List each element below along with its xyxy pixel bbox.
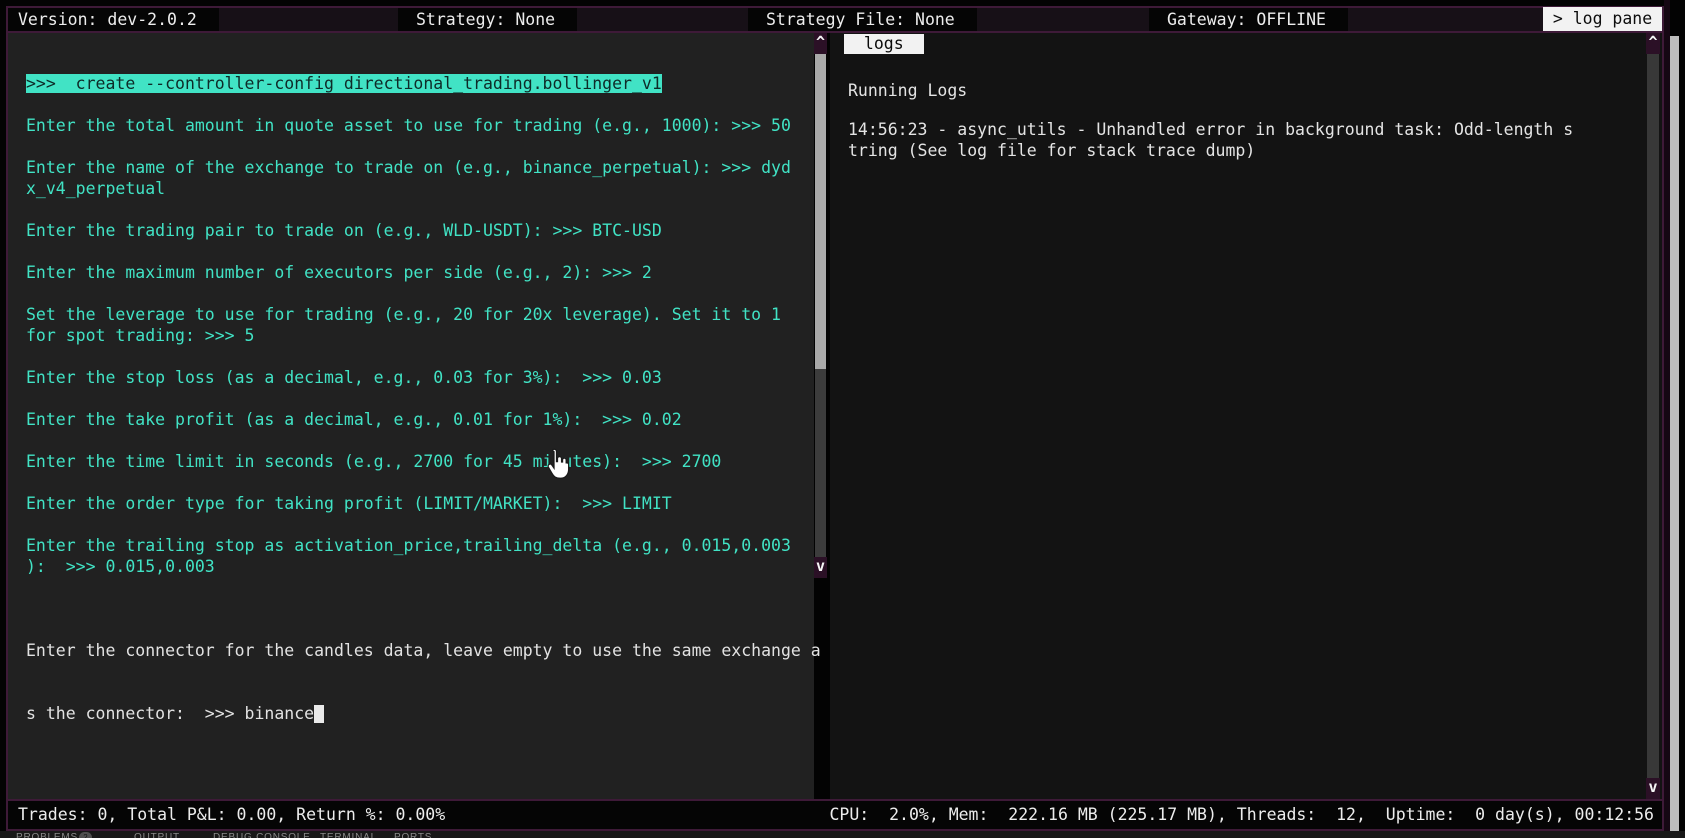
terminal-line	[26, 472, 814, 493]
log-scrollbar[interactable]: ^ v	[1646, 33, 1660, 799]
top-status-bar: Version: dev-2.0.2 Strategy: None Strate…	[8, 8, 1662, 31]
terminal-line	[26, 514, 814, 535]
terminal-line	[26, 136, 814, 157]
tab-terminal[interactable]: TERMINAL	[320, 832, 377, 838]
scroll-up-icon[interactable]: ^	[1646, 33, 1660, 54]
terminal-line	[26, 94, 814, 115]
log-entry-line: tring (See log file for stack trace dump…	[848, 140, 1255, 161]
terminal-line: Enter the order type for taking profit (…	[26, 493, 814, 514]
prompt-line: Enter the connector for the candles data…	[26, 640, 821, 661]
strategy-label: Strategy: None	[398, 8, 577, 31]
tab-logs[interactable]: logs	[844, 34, 924, 54]
log-pane[interactable]: logs Running Logs 14:56:23 - async_utils…	[830, 33, 1662, 799]
gateway-label: Gateway: OFFLINE	[1149, 8, 1348, 31]
log-pane-title: Running Logs	[848, 80, 967, 101]
terminal-line	[26, 199, 814, 220]
terminal-line: x_v4_perpetual	[26, 178, 814, 199]
problems-count-badge: 2	[79, 832, 92, 838]
tab-ports[interactable]: PORTS	[394, 832, 432, 838]
log-entry-line: 14:56:23 - async_utils - Unhandled error…	[848, 119, 1573, 140]
terminal-line	[26, 241, 814, 262]
terminal-line: Enter the trading pair to trade on (e.g.…	[26, 220, 814, 241]
terminal-line: Enter the name of the exchange to trade …	[26, 157, 814, 178]
terminal-line	[26, 346, 814, 367]
terminal-line: Enter the time limit in seconds (e.g., 2…	[26, 451, 814, 472]
vscode-panel-tabs: PROBLEMS 2 OUTPUT DEBUG CONSOLE TERMINAL…	[0, 831, 1685, 838]
scroll-down-icon[interactable]: v	[814, 557, 827, 578]
terminal-input-prompt[interactable]: Enter the connector for the candles data…	[26, 598, 821, 766]
text-cursor	[314, 705, 324, 723]
highlighted-command: >>> create --controller-config direction…	[26, 74, 662, 93]
version-label: Version: dev-2.0.2	[8, 8, 219, 31]
terminal-line: Enter the trailing stop as activation_pr…	[26, 535, 814, 556]
outer-scrollbar-thumb[interactable]	[1670, 36, 1679, 838]
prompt-input-text: s the connector: >>> binance	[26, 704, 314, 723]
terminal-command-line: >>> create --controller-config direction…	[26, 73, 814, 94]
terminal-scrollback: >>> create --controller-config direction…	[8, 33, 814, 577]
terminal-line: Set the leverage to use for trading (e.g…	[26, 304, 814, 325]
tab-debug-console[interactable]: DEBUG CONSOLE	[213, 832, 311, 838]
terminal-line: Enter the take profit (as a decimal, e.g…	[26, 409, 814, 430]
terminal-line: Enter the stop loss (as a decimal, e.g.,…	[26, 367, 814, 388]
tab-problems[interactable]: PROBLEMS	[16, 832, 78, 838]
system-resources-status: CPU: 2.0%, Mem: 222.16 MB (225.17 MB), T…	[829, 801, 1654, 829]
trades-pnl-status: Trades: 0, Total P&L: 0.00, Return %: 0.…	[18, 801, 445, 829]
tab-output[interactable]: OUTPUT	[134, 832, 180, 838]
terminal-line	[26, 388, 814, 409]
terminal-line: for spot trading: >>> 5	[26, 325, 814, 346]
bottom-status-bar: Trades: 0, Total P&L: 0.00, Return %: 0.…	[8, 801, 1662, 829]
scroll-down-icon[interactable]: v	[1646, 778, 1660, 799]
log-pane-toggle-button[interactable]: > log pane	[1543, 7, 1662, 31]
terminal-line	[26, 430, 814, 451]
terminal-scrollbar-track[interactable]	[815, 369, 826, 557]
terminal-line	[26, 283, 814, 304]
terminal-line: Enter the total amount in quote asset to…	[26, 115, 814, 136]
terminal-scrollbar-thumb[interactable]	[815, 54, 826, 369]
log-scrollbar-track[interactable]	[1647, 54, 1659, 778]
prompt-line: s the connector: >>> binance	[26, 703, 821, 724]
terminal-scrollbar[interactable]: ^ v	[814, 33, 827, 578]
scroll-up-icon[interactable]: ^	[814, 33, 827, 54]
terminal-line: Enter the maximum number of executors pe…	[26, 262, 814, 283]
strategy-file-label: Strategy File: None	[748, 8, 977, 31]
app-window: Version: dev-2.0.2 Strategy: None Strate…	[0, 0, 1685, 838]
terminal-line: ): >>> 0.015,0.003	[26, 556, 814, 577]
